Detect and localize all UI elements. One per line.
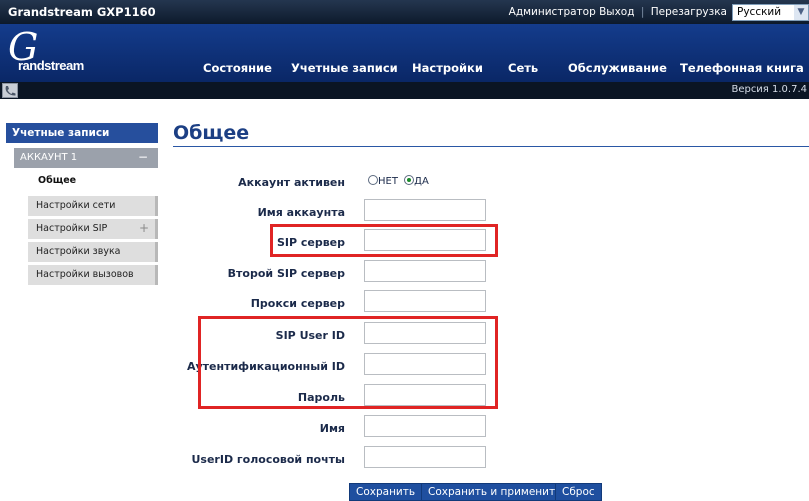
proxy-server-label: Прокси сервер	[250, 297, 345, 310]
sidebar-account-1[interactable]: АККАУНТ 1 −	[14, 148, 158, 168]
link-separator: |	[640, 6, 645, 18]
language-value: Русский	[737, 6, 782, 18]
header-band: G randstream Состояние Учетные записи На…	[0, 24, 809, 82]
nav-maintenance[interactable]: Обслуживание	[568, 61, 667, 75]
save-apply-button[interactable]: Сохранить и применить	[421, 483, 569, 501]
page-title: Общее	[173, 122, 250, 144]
top-links: Администратор Выход | Перезагрузка	[509, 6, 727, 18]
sidebar-item-network[interactable]: Настройки сети	[28, 196, 158, 216]
secondary-sip-server-input[interactable]	[364, 260, 486, 282]
account-active-radio-group: НЕТ ДА	[368, 175, 429, 187]
nav-status[interactable]: Состояние	[203, 61, 272, 75]
sub-bar: Версия 1.0.7.4	[0, 82, 809, 99]
language-select[interactable]: Русский ▼	[732, 4, 809, 21]
save-button[interactable]: Сохранить	[349, 483, 423, 501]
voicemail-userid-input[interactable]	[364, 446, 486, 468]
radio-no-label: НЕТ	[378, 176, 398, 187]
sidebar-item-label: Настройки SIP	[36, 223, 108, 234]
phone-icon[interactable]	[2, 83, 18, 98]
secondary-sip-server-label: Второй SIP сервер	[227, 267, 345, 280]
grandstream-logo: G randstream	[8, 30, 84, 73]
nav-network[interactable]: Сеть	[508, 61, 538, 75]
reset-button[interactable]: Сброс	[555, 483, 602, 501]
svg-text:randstream: randstream	[18, 58, 84, 73]
expand-icon[interactable]: +	[139, 221, 149, 235]
account-name-input[interactable]	[364, 199, 486, 221]
radio-yes[interactable]	[404, 175, 415, 185]
proxy-server-input[interactable]	[364, 290, 486, 312]
user-label: Администратор	[508, 6, 596, 18]
device-model: Grandstream GXP1160	[8, 5, 156, 19]
sidebar-item-label: Настройки вызовов	[36, 269, 134, 280]
sidebar-item-label: Настройки сети	[36, 200, 116, 211]
radio-no[interactable]	[368, 175, 378, 185]
account-name-label: Имя аккаунта	[257, 206, 345, 219]
collapse-icon[interactable]: −	[138, 150, 148, 164]
sidebar-section-accounts[interactable]: Учетные записи	[6, 123, 158, 143]
sidebar-item-general[interactable]: Общее	[28, 171, 158, 191]
name-label: Имя	[319, 422, 345, 435]
sidebar-item-audio[interactable]: Настройки звука	[28, 242, 158, 262]
highlight-sip-server	[270, 224, 498, 257]
highlight-credentials	[198, 316, 498, 409]
nav-phonebook[interactable]: Телефонная книга	[680, 61, 804, 75]
nav-accounts[interactable]: Учетные записи	[291, 61, 398, 75]
sidebar-item-sip[interactable]: Настройки SIP +	[28, 219, 158, 239]
radio-yes-label: ДА	[414, 176, 429, 187]
nav-settings[interactable]: Настройки	[412, 61, 483, 75]
account-active-label: Аккаунт активен	[238, 176, 345, 189]
sidebar-item-calls[interactable]: Настройки вызовов	[28, 265, 158, 285]
firmware-version: Версия 1.0.7.4	[731, 84, 807, 95]
logout-link[interactable]: Выход	[599, 6, 634, 18]
reboot-link[interactable]: Перезагрузка	[651, 6, 727, 18]
voicemail-userid-label: UserID голосовой почты	[191, 453, 345, 466]
title-divider	[173, 146, 809, 147]
name-input[interactable]	[364, 415, 486, 437]
top-bar: Grandstream GXP1160 Администратор Выход …	[0, 0, 809, 24]
chevron-down-icon: ▼	[794, 5, 808, 20]
sidebar-account-label: АККАУНТ 1	[20, 152, 78, 163]
sidebar-item-label: Настройки звука	[36, 246, 121, 257]
